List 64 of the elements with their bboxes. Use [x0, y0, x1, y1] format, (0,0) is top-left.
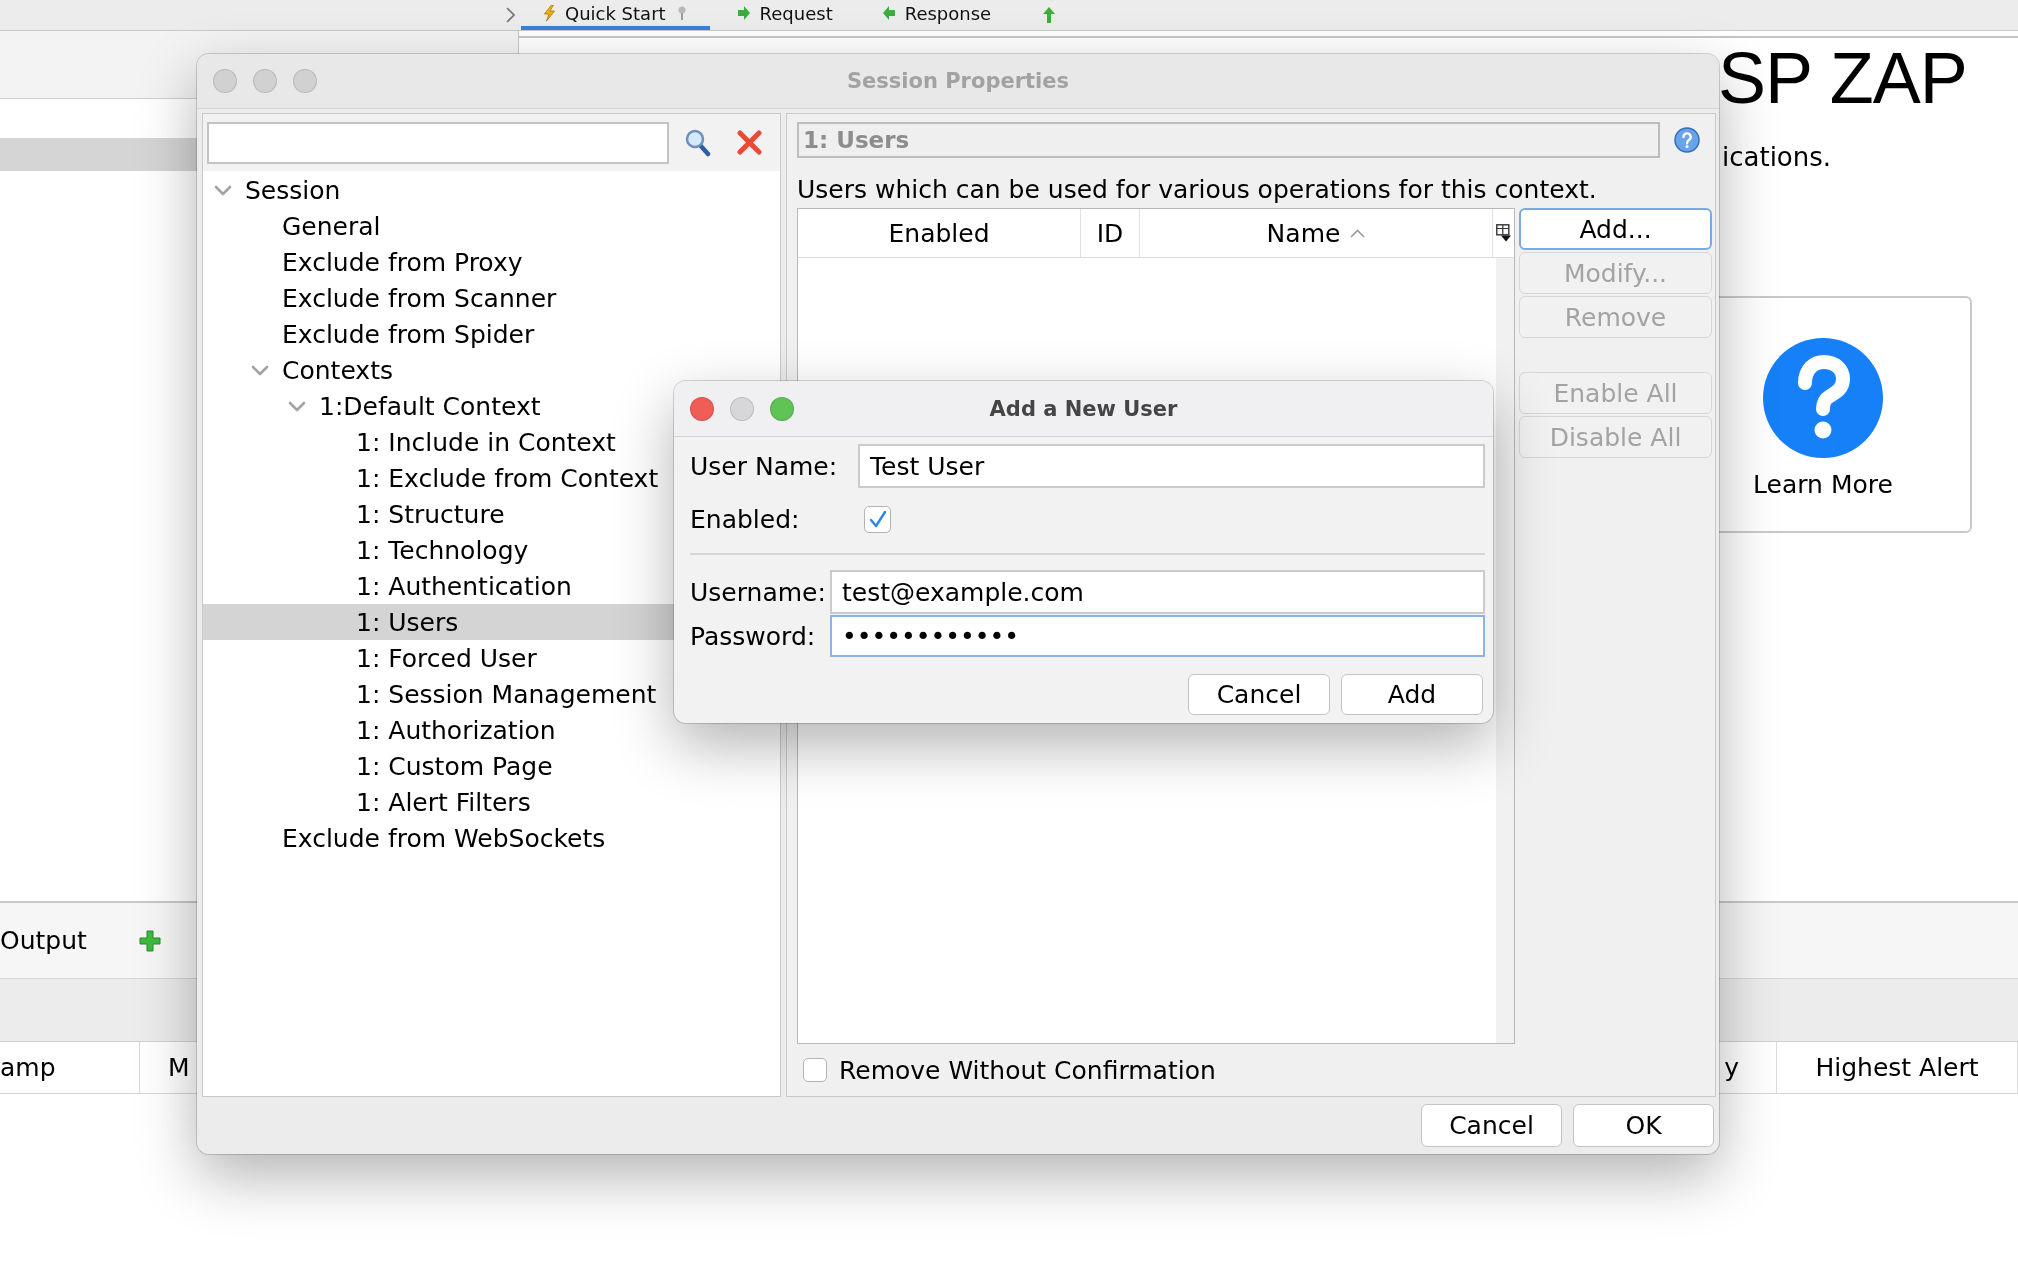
left-arrow-icon [882, 5, 895, 21]
window-title: Session Properties [846, 69, 1069, 93]
tab[interactable]: Response [860, 0, 1014, 30]
help-icon[interactable] [1674, 127, 1700, 153]
field-label: User Name: [690, 451, 839, 481]
chevron-down-icon[interactable] [251, 364, 269, 376]
tree-item[interactable]: General [203, 208, 780, 244]
up-arrow-icon[interactable] [1043, 7, 1056, 23]
column-header[interactable]: M [168, 1053, 190, 1082]
right-arrow-icon [737, 5, 750, 21]
search-icon[interactable] [685, 128, 711, 157]
tree-item[interactable]: 1: Custom Page [203, 748, 780, 784]
checkbox[interactable] [803, 1058, 827, 1082]
welcome-subtitle: ications. [1722, 142, 1832, 172]
checkbox-label: Remove Without Confirmation [839, 1055, 1216, 1085]
tree-item[interactable]: Session [203, 172, 780, 208]
column-header[interactable]: Name [1140, 209, 1493, 257]
window-close-button[interactable] [213, 69, 237, 93]
tree-item[interactable]: 1: Alert Filters [203, 784, 780, 820]
chevron-up-icon [1350, 228, 1366, 238]
chevron-down-icon[interactable] [288, 400, 306, 412]
ok-button[interactable]: OK [1573, 1104, 1714, 1147]
column-header[interactable]: amp [0, 1053, 56, 1082]
cancel-button[interactable]: Cancel [1421, 1104, 1562, 1147]
user-name-field[interactable]: Test User [858, 444, 1485, 488]
tree-item[interactable]: Exclude from WebSockets [203, 820, 780, 856]
column-header[interactable]: ID [1081, 209, 1140, 257]
panel-tab[interactable]: Output [0, 926, 87, 955]
tree-item[interactable]: Exclude from Scanner [203, 280, 780, 316]
field-label: Username: [690, 577, 827, 607]
welcome-heading: SP ZAP [1718, 42, 1967, 114]
tree-item[interactable]: Exclude from Proxy [203, 244, 780, 280]
check-icon [868, 510, 887, 528]
tree-item[interactable]: Contexts [203, 352, 780, 388]
tab[interactable]: Quick Start [521, 0, 710, 30]
window-zoom-button[interactable] [770, 396, 794, 421]
tree-item[interactable]: 1: Authorization [203, 712, 780, 748]
cancel-button[interactable]: Cancel [1188, 674, 1330, 715]
window-close-button[interactable] [690, 396, 714, 421]
column-header[interactable]: y [1724, 1053, 1739, 1082]
window-minimize-button[interactable] [730, 396, 754, 421]
column-picker-icon[interactable] [1496, 224, 1511, 242]
plus-icon[interactable] [138, 929, 161, 952]
add-button[interactable]: Add... [1519, 208, 1712, 250]
window-title: Add a New User [989, 396, 1178, 421]
lightning-icon [543, 5, 555, 21]
add-button[interactable]: Add [1341, 674, 1483, 715]
title-field: 1: Users [797, 122, 1660, 158]
checkbox[interactable] [864, 505, 891, 533]
username-field[interactable]: test@example.com [830, 570, 1485, 614]
close-icon[interactable] [737, 130, 762, 155]
chevron-down-icon[interactable] [214, 184, 232, 196]
search-field[interactable] [207, 121, 669, 164]
column-header[interactable]: Enabled [798, 209, 1081, 257]
description-text: Users which can be used for various operations for this context. [797, 175, 1598, 205]
tree-item[interactable]: Exclude from Spider [203, 316, 780, 352]
password-field[interactable]: •••••••••••• [830, 615, 1485, 657]
window-minimize-button[interactable] [253, 69, 277, 93]
window-zoom-button[interactable] [293, 69, 317, 93]
column-header[interactable]: Highest Alert [1815, 1053, 1979, 1082]
field-label: Enabled: [690, 504, 801, 534]
tab[interactable]: Request [715, 0, 855, 30]
chevron-right-icon[interactable] [506, 7, 515, 23]
help-icon [1763, 338, 1883, 458]
